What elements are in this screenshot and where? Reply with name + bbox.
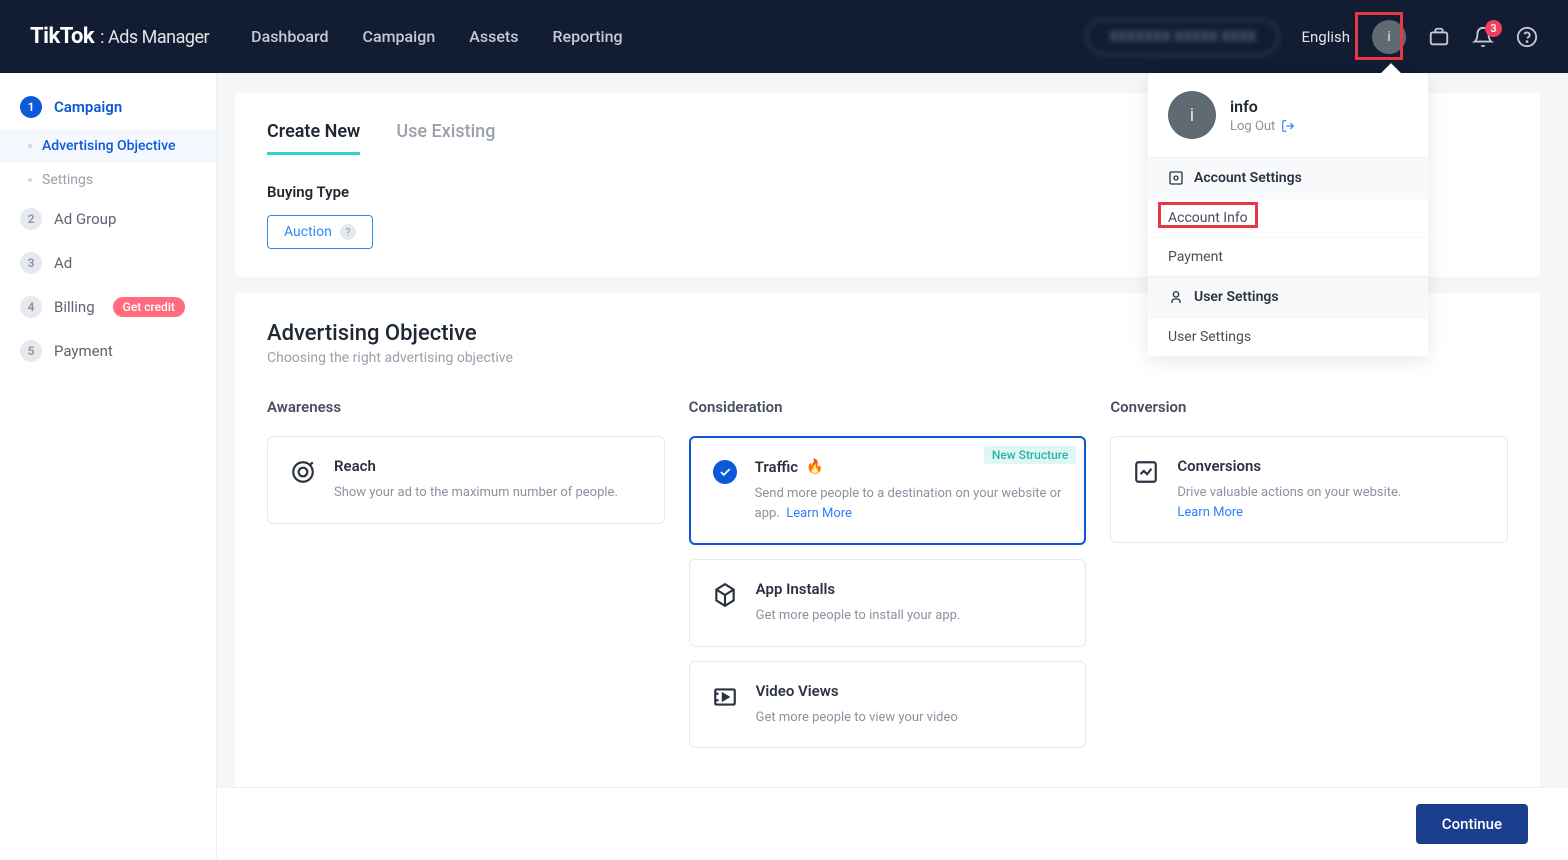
flame-icon: 🔥 [806,459,823,475]
help-small-icon: ? [340,224,356,240]
nav-dashboard[interactable]: Dashboard [251,27,328,46]
brand-logo: TikTok: Ads Manager [30,24,209,49]
top-right: XXXXXXX XXXXX XXXX English i 3 [1086,19,1538,55]
col-awareness: Awareness Reach Show your ad to the maxi… [267,398,665,762]
help-icon[interactable] [1516,26,1538,48]
objective-conversions[interactable]: Conversions Drive valuable actions on yo… [1110,436,1508,543]
dropdown-section-account: Account Settings [1148,157,1428,198]
dropdown-username: info [1230,97,1295,116]
step-campaign[interactable]: 1 Campaign [0,85,216,129]
language-selector[interactable]: English [1301,28,1350,46]
credit-badge: Get credit [113,297,185,317]
learn-more-traffic[interactable]: Learn More [786,506,852,521]
top-nav: Dashboard Campaign Assets Reporting [251,27,622,46]
step-ad[interactable]: 3 Ad [0,241,216,285]
objective-grid: Awareness Reach Show your ad to the maxi… [267,398,1508,762]
step-payment[interactable]: 5 Payment [0,329,216,373]
continue-button[interactable]: Continue [1416,804,1528,844]
user-avatar[interactable]: i [1372,20,1406,54]
footer-bar: Continue [217,787,1568,860]
dropdown-avatar-icon: i [1168,91,1216,139]
account-selector[interactable]: XXXXXXX XXXXX XXXX [1086,19,1279,55]
col-conversion: Conversion Conversions Drive valuable ac… [1110,398,1508,762]
objective-video-views[interactable]: Video Views Get more people to view your… [689,661,1087,749]
dropdown-payment[interactable]: Payment [1148,237,1428,276]
dropdown-user-settings[interactable]: User Settings [1148,317,1428,356]
objective-traffic[interactable]: New Structure Traffic 🔥 Send more people… [689,436,1087,545]
video-views-icon [712,684,738,710]
new-structure-tag: New Structure [984,446,1077,464]
user-dropdown: i info Log Out Account Settings Account … [1148,73,1428,356]
conversions-icon [1133,459,1159,485]
reach-icon [290,459,316,485]
dropdown-section-user: User Settings [1148,276,1428,317]
logout-link[interactable]: Log Out [1230,119,1295,134]
col-consideration: Consideration New Structure Traffic 🔥 [689,398,1087,762]
app-installs-icon [712,582,738,608]
step-billing[interactable]: 4 Billing Get credit [0,285,216,329]
user-icon [1168,289,1184,305]
buying-type-auction[interactable]: Auction ? [267,215,373,249]
nav-reporting[interactable]: Reporting [552,27,622,46]
tab-create-new[interactable]: Create New [267,121,360,155]
substep-objective[interactable]: Advertising Objective [0,129,216,163]
dropdown-header: i info Log Out [1148,73,1428,157]
step-ad-group[interactable]: 2 Ad Group [0,197,216,241]
nav-campaign[interactable]: Campaign [363,27,436,46]
substep-settings[interactable]: Settings [0,163,216,197]
briefcase-icon[interactable] [1428,26,1450,48]
card-objective: Advertising Objective Choosing the right… [235,293,1540,790]
objective-reach[interactable]: Reach Show your ad to the maximum number… [267,436,665,524]
settings-icon [1168,170,1184,186]
check-icon [713,460,737,484]
logout-icon [1281,119,1295,133]
nav-assets[interactable]: Assets [469,27,518,46]
learn-more-conversions[interactable]: Learn More [1177,505,1243,520]
top-bar: TikTok: Ads Manager Dashboard Campaign A… [0,0,1568,73]
sidebar: 1 Campaign Advertising Objective Setting… [0,73,217,860]
notification-badge: 3 [1485,20,1502,37]
dropdown-account-info[interactable]: Account Info [1148,198,1428,237]
tab-use-existing[interactable]: Use Existing [396,121,495,155]
bell-icon[interactable]: 3 [1472,26,1494,48]
objective-app-installs[interactable]: App Installs Get more people to install … [689,559,1087,647]
